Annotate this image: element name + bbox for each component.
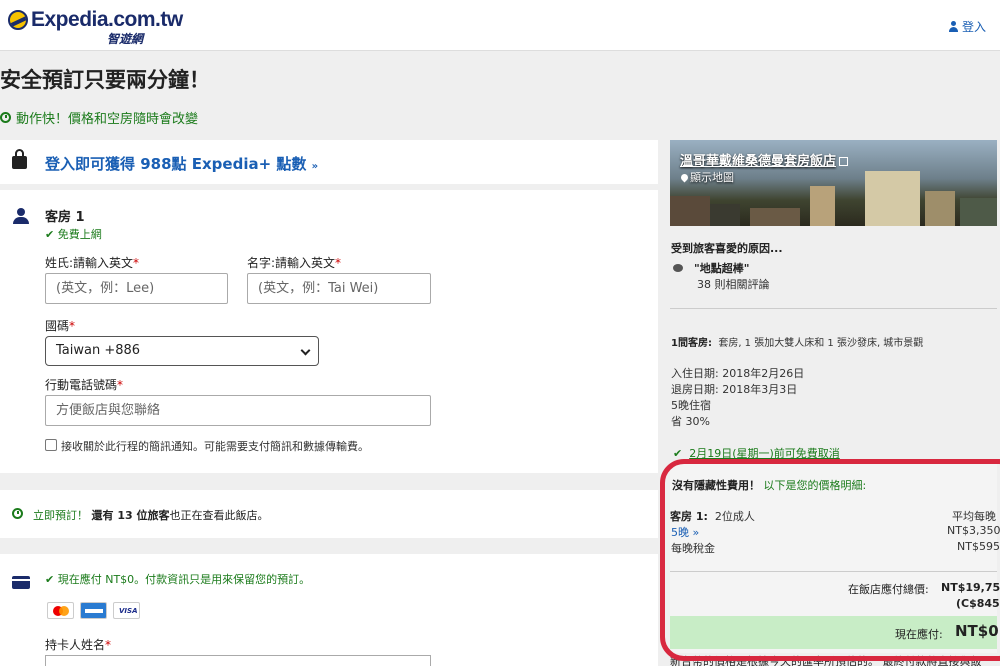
card-holder-input[interactable] [45, 655, 431, 666]
mastercard-icon [47, 602, 74, 619]
guest-info-panel: 客房 1 ✔ 免費上網 姓氏:請輸入英文* (英文，例：Lee) 名字:請輸入英… [0, 190, 658, 473]
total-label: 在飯店應付總價: [848, 583, 929, 596]
clock-icon [0, 112, 11, 123]
sms-checkbox-label: 接收關於此行程的簡訊通知。可能需要支付簡訊和數據傳輸費。 [61, 440, 369, 453]
pay-now-notice: ✔ 現在應付 NT$0。付款資訊只是用來保留您的預訂。 [45, 573, 311, 586]
hotel-name-link[interactable]: 溫哥華戴維桑德曼套房飯店 [680, 150, 849, 169]
pay-now-label: 現在應付: [895, 628, 943, 641]
credit-card-icon [12, 576, 30, 589]
expedia-logo[interactable]: Expedia.com.tw [8, 8, 183, 32]
last-name-label: 姓氏:請輸入英文* [45, 256, 140, 270]
book-now-text: 立即預訂！ 還有 13 位旅客也正在查看此飯店。 [33, 509, 269, 522]
hotel-photo: 溫哥華戴維桑德曼套房飯店 顯示地圖 [670, 140, 997, 226]
phone-input[interactable]: 方便飯店與您聯絡 [45, 395, 431, 426]
review-quote: "地點超棒" [694, 262, 750, 275]
country-code-value: Taiwan +886 [56, 343, 141, 358]
total-value: NT$19,756 [941, 581, 1000, 594]
payment-panel: ✔ 現在應付 NT$0。付款資訊只是用來保留您的預訂。 VISA 持卡人姓名* [0, 554, 658, 666]
divider [670, 308, 997, 309]
hurry-text: 動作快！價格和空房隨時會改變 [16, 112, 199, 127]
nights-toggle[interactable]: 5晚 » [671, 524, 699, 540]
pay-now-value: NT$0 [955, 622, 999, 640]
phone-label: 行動電話號碼* [45, 378, 124, 392]
sms-checkbox[interactable] [45, 439, 57, 451]
chevron-down-icon: » [311, 161, 319, 172]
savings-badge: 省 30% [671, 415, 710, 428]
free-wifi-badge: ✔ 免費上網 [45, 228, 102, 241]
visa-icon: VISA [113, 602, 140, 619]
accepted-cards: VISA [47, 602, 140, 619]
room-description: 1間客房: 套房, 1 張加大雙人床和 1 張沙發床, 城市景觀 [671, 338, 924, 349]
logo-subtitle: 智遊網 [107, 32, 144, 46]
free-cancellation-link[interactable]: 2月19日(星期一)前可免費取消 [689, 447, 840, 460]
currency-footnote: 新台幣的價格是根據今天的匯率所預估的。 最終付款將直接與飯 [670, 653, 1000, 666]
book-now-panel: 立即預訂！ 還有 13 位旅客也正在查看此飯店。 [0, 490, 658, 538]
amex-icon [80, 602, 107, 619]
total-cad: (C$845 [956, 597, 1000, 610]
external-link-icon [839, 157, 849, 166]
nightly-price: NT$3,350 [947, 524, 1000, 537]
nights-count: 5晚住宿 [671, 399, 711, 412]
comment-icon [673, 264, 683, 272]
first-name-input[interactable]: (英文，例：Tai Wei) [247, 273, 431, 304]
country-code-label: 國碼* [45, 319, 76, 333]
logo-text: Expedia.com.tw [31, 8, 183, 31]
free-cancellation: ✔ 2月19日(星期一)前可免費取消 [673, 445, 840, 461]
chevron-down-icon [300, 345, 311, 356]
top-bar: Expedia.com.tw 智遊網 登入 [0, 0, 1000, 51]
price-breakdown: 沒有隱藏性費用！ 以下是您的價格明細: 客房 1: 2位成人 平均每晚 5晚 »… [670, 461, 1000, 666]
hurry-notice: 動作快！價格和空房隨時會改變 [0, 108, 198, 127]
checkout-date: 退房日期: 2018年3月3日 [671, 383, 798, 396]
booking-summary-sidebar: 溫哥華戴維桑德曼套房飯店 顯示地圖 受到旅客喜愛的原因... "地點超棒" 38… [670, 140, 1000, 666]
review-count: 38 則相關評論 [697, 278, 770, 291]
globe-icon [8, 10, 28, 30]
map-pin-icon [679, 172, 690, 183]
checkin-date: 入住日期: 2018年2月26日 [671, 367, 805, 380]
lock-icon [12, 149, 27, 169]
signin-points-link[interactable]: 登入即可獲得 988點 Expedia+ 點數 » [45, 153, 318, 174]
room-adults: 客房 1: 2位成人 [670, 510, 755, 523]
country-code-select[interactable]: Taiwan +886 [45, 336, 319, 366]
why-guests-love: 受到旅客喜愛的原因... [671, 242, 783, 255]
signin-points-text: 登入即可獲得 988點 Expedia+ 點數 [45, 155, 307, 173]
card-holder-label: 持卡人姓名* [45, 638, 112, 652]
clock-icon [12, 508, 23, 519]
pay-now-bar: 現在應付: NT$0 [670, 616, 999, 649]
page-title: 安全預訂只要兩分鐘！ [0, 68, 210, 92]
divider [670, 571, 997, 572]
tax-value: NT$595 [957, 540, 1000, 553]
first-name-label: 名字:請輸入英文* [247, 256, 342, 270]
no-hidden-fees: 沒有隱藏性費用！ 以下是您的價格明細: [672, 479, 867, 492]
room-title: 客房 1 [45, 210, 85, 225]
avg-nightly-label: 平均每晚 [952, 510, 996, 523]
signin-points-panel: 登入即可獲得 988點 Expedia+ 點數 » [0, 140, 658, 184]
tax-label: 每晚稅金 [671, 542, 715, 555]
person-icon [948, 21, 959, 32]
signin-link[interactable]: 登入 [948, 18, 986, 35]
last-name-input[interactable]: (英文，例：Lee) [45, 273, 228, 304]
check-icon: ✔ [673, 447, 683, 460]
signin-label: 登入 [961, 20, 986, 34]
guest-icon [12, 208, 30, 224]
show-map-link[interactable]: 顯示地圖 [679, 169, 734, 185]
